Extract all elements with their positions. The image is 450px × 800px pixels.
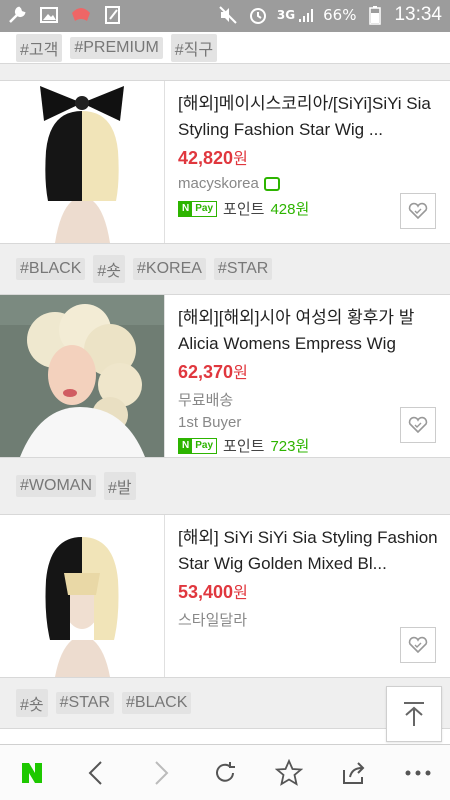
- naver-logo-icon: [22, 762, 43, 783]
- refresh-icon: [215, 761, 235, 782]
- product-image[interactable]: [0, 515, 165, 677]
- points-label: 포인트: [223, 438, 265, 455]
- points-label: 포인트: [223, 201, 265, 218]
- arrow-up-icon: [404, 702, 424, 726]
- product-price: 62,370원: [178, 362, 248, 382]
- star-icon: [275, 758, 304, 786]
- signal-icon: 3G: [277, 4, 315, 26]
- tag[interactable]: #KOREA: [133, 258, 206, 280]
- edit-note-icon: [102, 4, 124, 26]
- seller-name[interactable]: macyskorea: [178, 175, 259, 192]
- scroll-to-top-button[interactable]: [386, 686, 442, 742]
- tag[interactable]: #숏: [93, 255, 125, 283]
- tag[interactable]: #BLACK: [16, 258, 86, 280]
- battery-percent: 66%: [323, 6, 357, 24]
- product-title[interactable]: [해외][해외]시아 여성의 황후가 발 Alicia Womens Empre…: [178, 305, 440, 357]
- npay-badge: N Pay: [178, 437, 218, 454]
- tag[interactable]: #STAR: [55, 692, 115, 714]
- seller-row: macyskorea: [178, 175, 440, 192]
- more-button[interactable]: [396, 751, 440, 795]
- wishlist-button[interactable]: [400, 193, 436, 229]
- tag[interactable]: #고객: [16, 33, 63, 62]
- tag[interactable]: #발: [104, 472, 136, 500]
- npay-badge: N Pay: [178, 200, 218, 217]
- back-button[interactable]: [74, 751, 118, 795]
- status-bar: 3G 66% 13:34: [0, 0, 450, 32]
- image-icon: [38, 4, 60, 26]
- product-card[interactable]: [해외] SiYi SiYi Sia Styling Fashion Star …: [0, 514, 450, 678]
- tag-row: #BLACK #숏 #KOREA #STAR: [0, 244, 450, 294]
- tag[interactable]: #PREMIUM: [70, 36, 163, 59]
- product-price: 53,400원: [178, 582, 248, 602]
- tag-row: #WOMAN #발: [0, 458, 450, 514]
- product-title[interactable]: [해외] SiYi SiYi Sia Styling Fashion Star …: [178, 525, 440, 577]
- product-feed[interactable]: #고객 #PREMIUM #직구 [해외]메이시스코리아/[SiYi]SiYi …: [0, 32, 450, 744]
- heart-icon: [408, 202, 428, 220]
- chevron-right-icon: [154, 760, 169, 785]
- refresh-button[interactable]: [203, 751, 247, 795]
- points-value: 428원: [270, 201, 310, 218]
- wrench-icon: [6, 4, 28, 26]
- tag[interactable]: #숏: [16, 689, 48, 717]
- product-card[interactable]: [해외]메이시스코리아/[SiYi]SiYi Sia Styling Fashi…: [0, 80, 450, 244]
- product-image[interactable]: [0, 81, 165, 243]
- tag-row: #숏 #STAR #BLACK: [0, 678, 450, 728]
- wishlist-button[interactable]: [400, 627, 436, 663]
- share-button[interactable]: [332, 751, 376, 795]
- talk-icon[interactable]: [263, 176, 280, 191]
- tag[interactable]: #WOMAN: [16, 475, 96, 497]
- product-image[interactable]: [0, 295, 165, 457]
- wishlist-button[interactable]: [400, 407, 436, 443]
- product-card[interactable]: [해외][해외]시아 여성의 황후가 발 Alicia Womens Empre…: [0, 294, 450, 458]
- product-title[interactable]: [해외]메이시스코리아/[SiYi]SiYi Sia Styling Fashi…: [178, 91, 440, 143]
- battery-icon: [364, 4, 386, 26]
- points-value: 723원: [270, 438, 310, 455]
- tag[interactable]: #직구: [170, 33, 218, 62]
- bookmark-button[interactable]: [267, 751, 311, 795]
- forward-button[interactable]: [139, 751, 183, 795]
- alarm-icon: [247, 4, 269, 26]
- product-card[interactable]: [0, 728, 450, 744]
- share-icon: [342, 761, 364, 784]
- clock: 13:34: [394, 4, 442, 25]
- app-notification-icon: [70, 4, 92, 26]
- mute-icon: [217, 4, 239, 26]
- heart-icon: [408, 636, 428, 654]
- tag[interactable]: #BLACK: [122, 692, 192, 714]
- more-icon: [405, 770, 431, 775]
- tag-row: #고객 #PREMIUM #직구: [0, 32, 450, 64]
- product-price: 42,820원: [178, 148, 248, 168]
- naver-home-button[interactable]: [10, 751, 54, 795]
- chevron-left-icon: [89, 760, 103, 785]
- tag[interactable]: #STAR: [213, 258, 273, 280]
- browser-toolbar: [0, 744, 450, 800]
- heart-icon: [408, 416, 428, 434]
